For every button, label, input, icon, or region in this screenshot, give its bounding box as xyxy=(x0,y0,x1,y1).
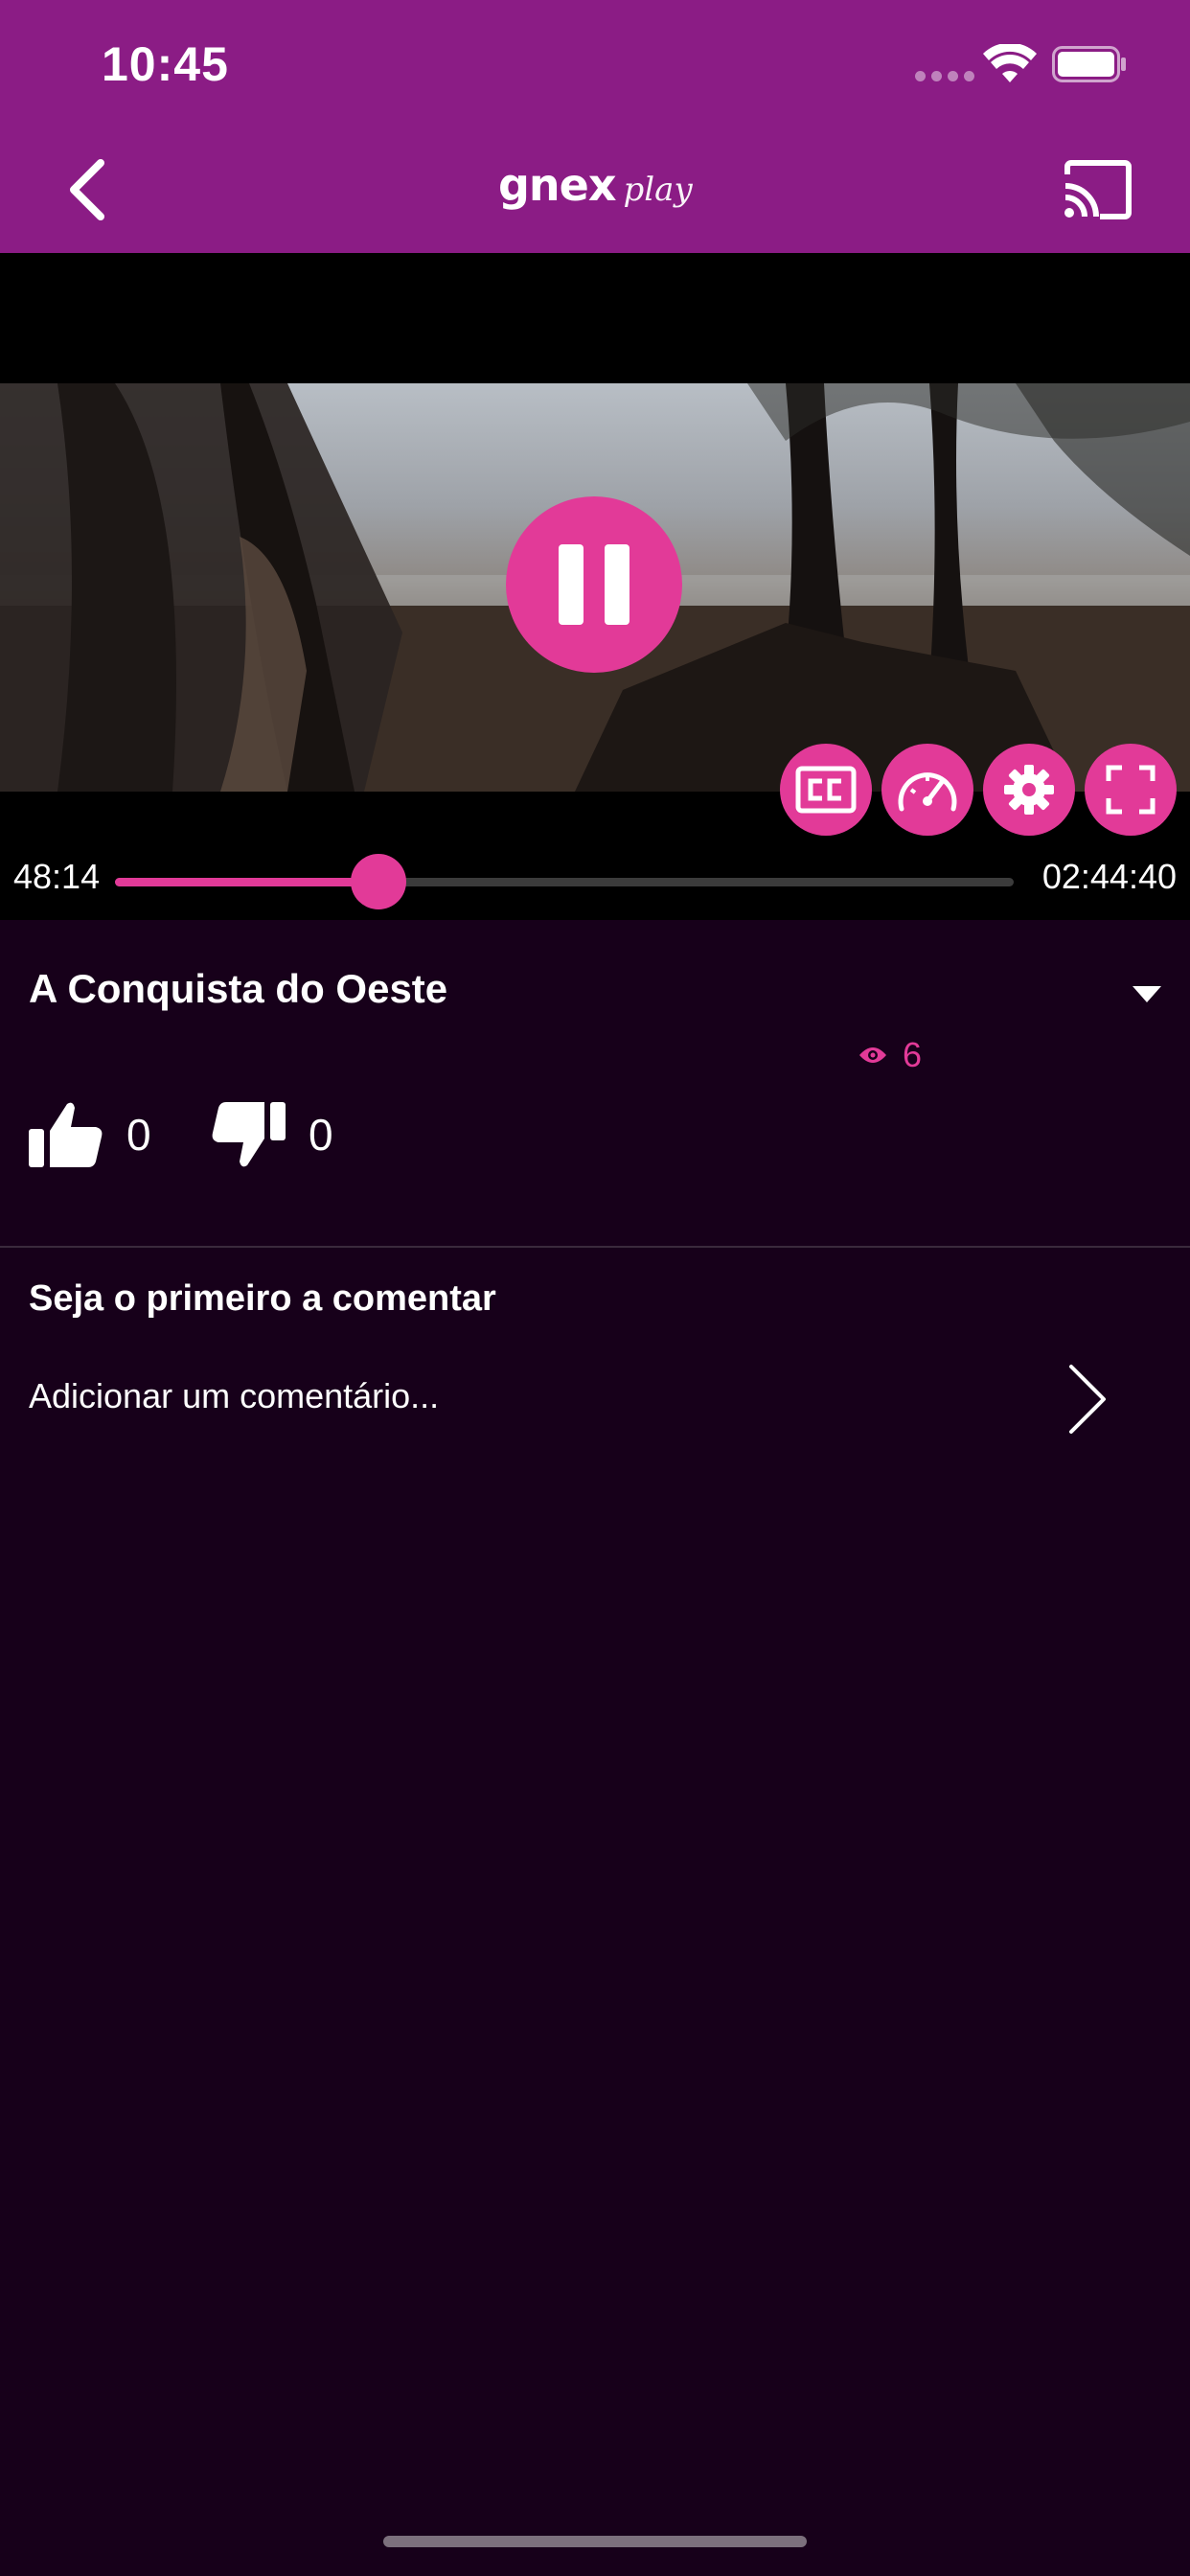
video-player[interactable]: 48:14 02:44:40 xyxy=(0,253,1190,920)
view-count: 6 xyxy=(858,1035,922,1075)
chevron-down-icon[interactable] xyxy=(1131,983,1163,1004)
dislike-count: 0 xyxy=(309,1110,333,1160)
playback-speed-button[interactable] xyxy=(881,744,973,836)
thumbs-down-icon xyxy=(212,1102,286,1167)
cast-icon[interactable] xyxy=(1062,159,1133,220)
like-button[interactable]: 0 xyxy=(29,1100,151,1169)
settings-gear-icon xyxy=(1004,765,1054,815)
dislike-button[interactable]: 0 xyxy=(211,1100,333,1169)
add-comment-button[interactable]: Adicionar um comentário... xyxy=(0,1351,1190,1447)
logo-sub-text: play xyxy=(623,171,693,209)
chevron-right-icon xyxy=(1069,1365,1106,1434)
like-count: 0 xyxy=(126,1110,151,1160)
video-title: A Conquista do Oeste xyxy=(29,966,448,1011)
seek-thumb[interactable] xyxy=(350,854,406,909)
pause-icon xyxy=(559,544,584,625)
closed-captions-button[interactable] xyxy=(780,744,872,836)
seek-bar[interactable] xyxy=(115,854,1014,909)
fullscreen-button[interactable] xyxy=(1085,744,1177,836)
app-logo: gnex play xyxy=(498,159,693,211)
closed-captions-icon xyxy=(795,766,857,814)
cellular-signal-icon xyxy=(915,71,974,81)
wifi-icon xyxy=(983,44,1037,82)
settings-button[interactable] xyxy=(983,744,1075,836)
battery-icon xyxy=(1052,46,1126,82)
view-count-value: 6 xyxy=(903,1035,923,1074)
eye-icon xyxy=(859,1047,886,1063)
add-comment-placeholder: Adicionar um comentário... xyxy=(29,1376,440,1415)
section-divider xyxy=(0,1246,1190,1248)
logo-main-text: gnex xyxy=(498,159,617,211)
pause-button[interactable] xyxy=(506,496,682,673)
comments-heading: Seja o primeiro a comentar xyxy=(29,1278,496,1319)
speed-icon xyxy=(898,772,957,812)
app-header: 10:45 gnex play xyxy=(0,0,1190,253)
current-time: 48:14 xyxy=(13,857,101,896)
status-time: 10:45 xyxy=(102,37,229,91)
seek-progress xyxy=(115,878,378,886)
chevron-left-icon xyxy=(70,159,104,220)
thumbs-up-icon xyxy=(29,1102,103,1167)
total-time: 02:44:40 xyxy=(1041,857,1177,896)
home-indicator xyxy=(383,2536,807,2547)
back-button[interactable] xyxy=(54,151,121,228)
fullscreen-icon xyxy=(1106,765,1156,815)
